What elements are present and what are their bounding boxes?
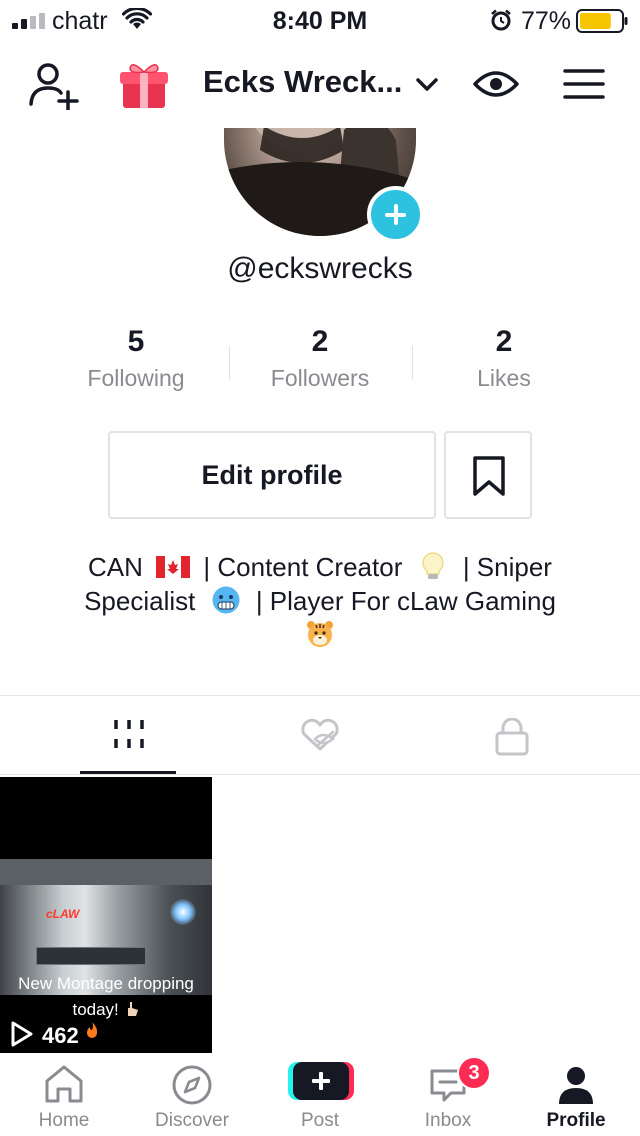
tab-active-indicator (80, 771, 176, 774)
tabs-divider-bottom (0, 774, 640, 775)
edit-profile-button[interactable]: Edit profile (108, 431, 436, 519)
home-icon (45, 1065, 83, 1103)
person-icon (559, 1067, 593, 1104)
bio-line-3 (40, 618, 600, 652)
canada-flag-icon (156, 556, 191, 578)
stat-following[interactable]: 5 Following (44, 325, 228, 392)
profile-header: Ecks Wreck... (0, 44, 640, 124)
profile-handle: @eckswrecks (227, 252, 413, 285)
bio-line-1: CAN | Content Creator | Sniper (40, 550, 600, 584)
plus-icon (288, 1062, 354, 1100)
compass-icon (172, 1065, 212, 1105)
nav-home-label: Home (38, 1110, 90, 1131)
fire-icon (86, 1022, 97, 1038)
video-view-count: 462 (10, 1021, 107, 1049)
stat-followers-value: 2 (311, 325, 329, 358)
cold-face-icon (212, 586, 240, 614)
light-bulb-icon (422, 552, 444, 579)
nav-home[interactable]: Home (0, 1054, 128, 1136)
liked-hidden-icon (300, 718, 339, 751)
video-overlay-logo: cLAW (46, 907, 80, 921)
stat-likes[interactable]: 2 Likes (412, 325, 596, 392)
favorites-button[interactable] (444, 431, 532, 519)
add-avatar-plus-button[interactable] (367, 186, 424, 243)
profile-bio: CAN | Content Creator | Sniper Specialis… (40, 550, 600, 652)
bio-specialist: Specialist (84, 586, 196, 616)
nav-inbox-label: Inbox (424, 1110, 472, 1131)
video-views-value: 462 (42, 1023, 79, 1048)
bio-player-for: | Player For cLaw Gaming (255, 586, 556, 616)
nav-discover[interactable]: Discover (128, 1054, 256, 1136)
hamburger-menu-icon[interactable] (562, 64, 606, 104)
tiger-face-icon (307, 621, 333, 647)
bio-sniper: | Sniper (462, 552, 552, 582)
tab-private[interactable] (405, 696, 618, 774)
video-thumbnail[interactable]: cLAW New Montage dropping today! 462 (0, 777, 212, 1053)
header-title[interactable]: Ecks Wreck... (203, 64, 402, 100)
stat-following-label: Following (87, 365, 185, 391)
add-user-icon[interactable] (28, 62, 80, 110)
videos-grid-icon (113, 720, 144, 748)
nav-post[interactable]: Post (256, 1054, 384, 1136)
bookmark-icon (473, 456, 505, 496)
eye-icon[interactable] (472, 64, 520, 104)
bottom-navigation: Home Discover Post 3 Inbox Profile (0, 1054, 640, 1136)
chevron-down-icon[interactable] (413, 72, 441, 98)
nav-inbox[interactable]: 3 Inbox (384, 1054, 512, 1136)
private-lock-icon (495, 718, 528, 756)
tab-videos[interactable] (22, 696, 235, 774)
nav-discover-label: Discover (155, 1110, 229, 1131)
play-icon (11, 1021, 33, 1047)
video-caption-text: New Montage dropping today! (18, 974, 194, 1019)
gift-icon[interactable] (118, 60, 170, 110)
video-caption: New Montage dropping today! (0, 971, 212, 1023)
video-ui-bar (36, 947, 146, 965)
nav-profile[interactable]: Profile (512, 1054, 640, 1136)
tab-liked[interactable] (213, 696, 426, 774)
stat-likes-label: Likes (477, 365, 531, 391)
bio-country: CAN (88, 552, 143, 582)
battery-icon (576, 9, 628, 33)
bio-line-2: Specialist | Player For cLaw Gaming (40, 584, 600, 618)
bio-content-creator: | Content Creator (203, 552, 403, 582)
status-bar: chatr 8:40 PM 77% (0, 0, 640, 40)
nav-profile-label: Profile (546, 1110, 606, 1131)
stat-likes-value: 2 (495, 325, 513, 358)
battery-percent: 77% (521, 7, 572, 35)
stat-following-value: 5 (127, 325, 145, 358)
hand-emoji-icon (127, 1002, 138, 1016)
video-light-flare (170, 899, 196, 925)
nav-post-label: Post (300, 1110, 340, 1131)
stat-followers-label: Followers (270, 365, 370, 391)
stat-followers[interactable]: 2 Followers (228, 325, 412, 392)
alarm-icon (491, 9, 511, 31)
inbox-notification-badge: 3 (457, 1056, 491, 1090)
